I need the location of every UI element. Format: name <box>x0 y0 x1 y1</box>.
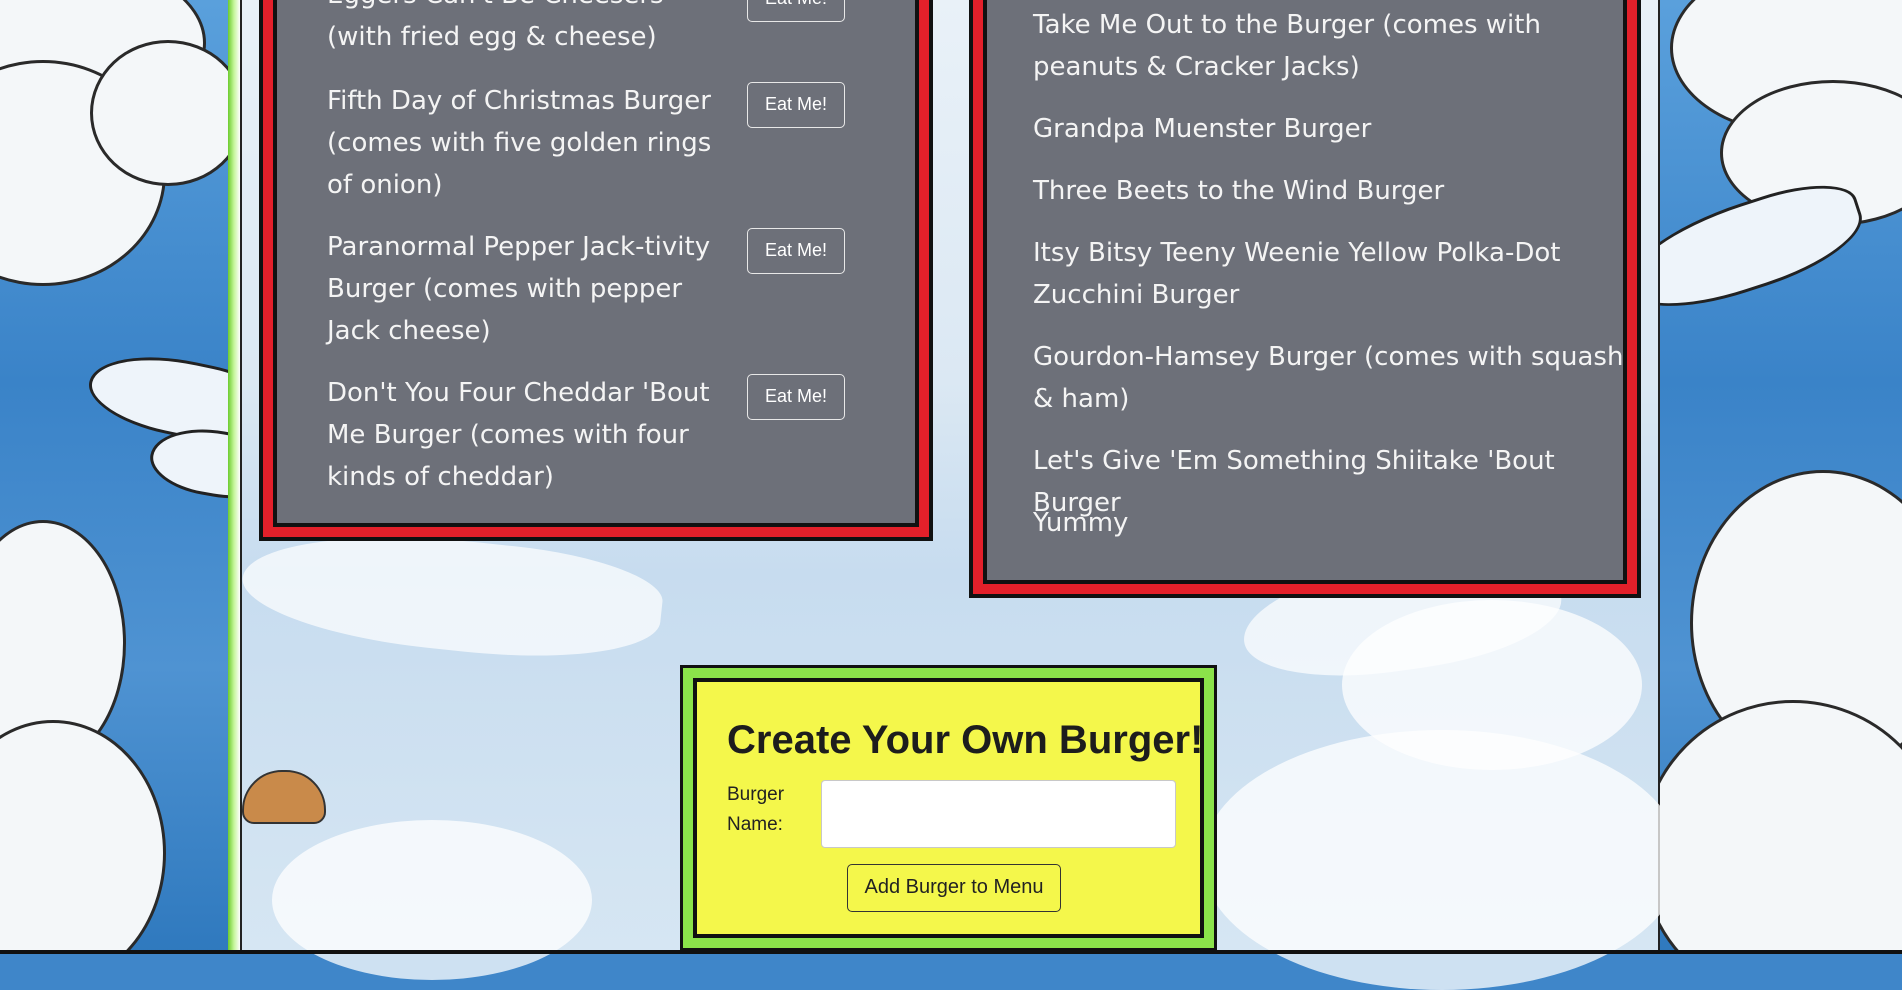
eat-me-button[interactable]: Eat Me! <box>747 0 845 22</box>
bottom-border <box>0 950 1902 954</box>
burger-item: Don't You Four Cheddar 'Bout Me Burger (… <box>327 372 727 498</box>
eaten-burger: Grandpa Muenster Burger <box>1033 114 1372 144</box>
form-title: Create Your Own Burger! <box>727 718 1204 762</box>
eat-me-button[interactable]: Eat Me! <box>747 82 845 128</box>
eaten-burger: Three Beets to the Wind Burger <box>1033 176 1445 206</box>
burger-name-input[interactable] <box>821 780 1176 848</box>
burger-item: Fifth Day of Christmas Burger (comes wit… <box>327 80 727 206</box>
sky-right <box>1660 0 1902 954</box>
burger-name: Paranormal Pepper Jack-tivity Burger (co… <box>327 232 711 346</box>
flying-burger-icon <box>242 770 326 824</box>
eaten-burger: Gourdon-Hamsey Burger (comes with squash… <box>1033 342 1624 414</box>
eaten-burger: Take Me Out to the Burger (comes with pe… <box>1033 10 1541 82</box>
eat-me-button[interactable]: Eat Me! <box>747 228 845 274</box>
eat-me-button[interactable]: Eat Me! <box>747 374 845 420</box>
burger-name: Don't You Four Cheddar 'Bout Me Burger (… <box>327 378 710 492</box>
sky-left <box>0 0 240 954</box>
burger-name-label: Burger Name: <box>727 784 785 835</box>
burger-name: Eggers Can't Be Cheesers (with fried egg… <box>327 0 664 52</box>
eaten-burger: Yummy <box>1033 508 1129 538</box>
eaten-burger: Itsy Bitsy Teeny Weenie Yellow Polka-Dot… <box>1033 238 1561 310</box>
burger-item: Paranormal Pepper Jack-tivity Burger (co… <box>327 226 727 352</box>
uneaten-burgers-panel: Eggers Can't Be Cheesers (with fried egg… <box>263 0 929 537</box>
burger-name: Fifth Day of Christmas Burger (comes wit… <box>327 86 712 200</box>
add-burger-button[interactable]: Add Burger to Menu <box>847 864 1061 912</box>
eaten-burgers-panel: Take Me Out to the Burger (comes with pe… <box>973 0 1637 594</box>
burger-item: Eggers Can't Be Cheesers (with fried egg… <box>327 0 727 58</box>
create-burger-form: Create Your Own Burger! Burger Name: Add… <box>683 668 1214 948</box>
